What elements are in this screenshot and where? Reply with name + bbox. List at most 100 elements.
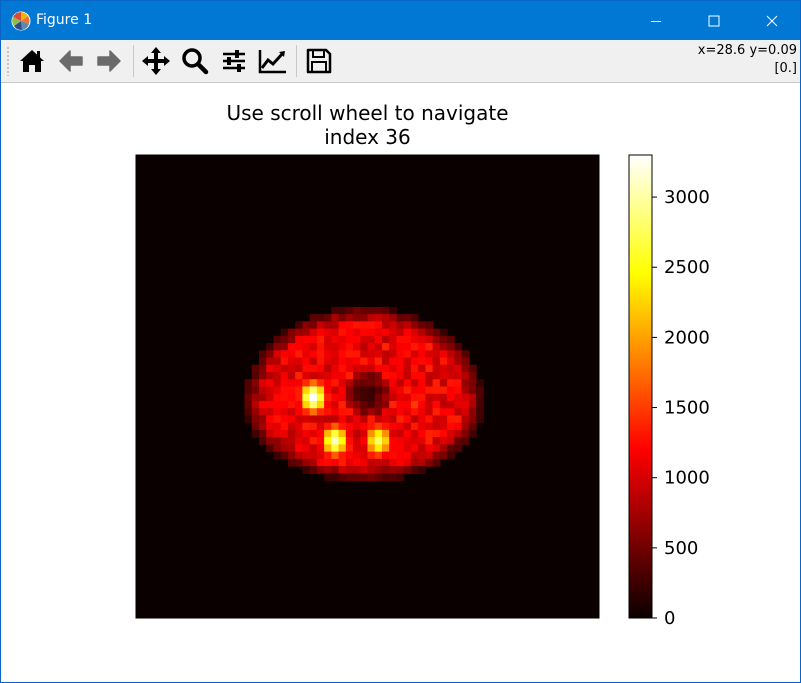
heatmap-cell [432,422,441,431]
heatmap-cell [396,415,405,424]
subplots-button[interactable] [218,45,250,77]
heatmap-cell [425,372,434,380]
heatmap-cell [273,372,282,380]
heatmap-cell [345,364,354,373]
customize-button[interactable] [257,45,289,77]
heatmap-cell [454,364,463,373]
heatmap-cell [403,364,412,373]
heatmap-cell [295,444,303,453]
heatmap-cell [381,429,390,438]
heatmap-cell [331,364,340,373]
heatmap-cell [345,422,354,431]
heatmap-cell [353,466,361,474]
heatmap-cell [381,328,390,337]
title-bar[interactable]: Figure 1 [1,1,800,40]
heatmap-cell [461,372,470,380]
colorbar-tick-label: 2000 [664,327,710,348]
heatmap-cell [396,437,405,445]
heatmap-cell [468,372,477,380]
heatmap-cell [280,386,289,395]
heatmap-cell [389,415,398,424]
heatmap-cell [410,393,419,402]
heatmap-cell [258,400,267,409]
heatmap-cell [295,429,303,438]
heatmap-cell [324,437,332,445]
colorbar[interactable] [628,154,653,619]
heatmap-cell [316,422,325,431]
heatmap-cell [468,393,477,402]
heatmap-cell [324,393,332,402]
heatmap-cell [396,343,405,351]
heatmap-cell [389,437,398,445]
close-button[interactable] [743,1,801,40]
heatmap-cell [374,408,383,417]
heatmap-cell [295,422,303,431]
heatmap-cell [251,386,260,395]
save-button[interactable] [303,45,335,77]
heatmap-cell [439,429,448,438]
heatmap-cell [309,444,318,453]
zoom-button[interactable] [179,45,211,77]
heatmap-cell [468,429,477,438]
toolbar-grip[interactable] [7,46,9,76]
heatmap-cell [287,415,296,424]
heatmap-image[interactable] [136,155,599,618]
heatmap-cell [302,364,311,373]
plot-area[interactable]: 0 500 1000 1500 2000 2500 3000 [1,83,800,682]
home-button[interactable] [16,45,48,77]
heatmap-cell [396,328,405,337]
heatmap-cell [360,386,369,395]
heatmap-cell [345,321,354,330]
heatmap-cell [396,444,405,453]
heatmap-cell [360,321,369,330]
back-button[interactable] [55,45,87,77]
heatmap-cell [432,372,441,380]
heatmap-cell [360,314,369,322]
heatmap-cell [367,379,376,388]
heatmap-cell [316,429,325,438]
heatmap-cell [302,400,311,409]
heatmap-cell [432,364,441,373]
heatmap-cell [287,350,296,359]
heatmap-cell [302,335,311,344]
heatmap-cell [367,437,376,445]
heatmap-cell [468,386,477,395]
heatmap-cell [360,422,369,431]
maximize-button[interactable] [685,1,743,40]
heatmap-cell [461,357,470,366]
heatmap-cell [374,415,383,424]
heatmap-cell [331,400,340,409]
heatmap-cell [295,400,303,409]
heatmap-cell [403,335,412,344]
forward-button[interactable] [93,45,125,77]
floppy-disk-icon [306,48,332,74]
heatmap-cell [309,466,318,474]
colorbar-tick-label: 1000 [664,468,710,489]
heatmap-cell [403,451,412,460]
heatmap-cell [425,422,434,431]
heatmap-cell [410,372,419,380]
heatmap-cell [273,357,282,366]
colorbar-tick-label: 3000 [664,187,710,208]
heatmap-cell [396,379,405,388]
figure-canvas[interactable]: Use scroll wheel to navigate index 36 05… [1,83,800,682]
heatmap-cell [302,357,311,366]
minimize-button[interactable] [627,1,685,40]
heatmap-cell [338,350,347,359]
heatmap-cell [309,437,318,445]
heatmap-cell [360,357,369,366]
heatmap-cell [324,429,332,438]
heatmap-cell [287,408,296,417]
heatmap-cell [367,408,376,417]
pan-button[interactable] [140,45,172,77]
heatmap-cell [425,415,434,424]
heatmap-cell [251,393,260,402]
heatmap-cell [353,357,361,366]
heatmap-cell [374,350,383,359]
heatmap-cell [418,466,426,474]
heatmap-cell [410,314,419,322]
heatmap-cell [302,372,311,380]
heatmap-cell [447,364,455,373]
heatmap-cell [403,422,412,431]
heatmap-cell [439,386,448,395]
